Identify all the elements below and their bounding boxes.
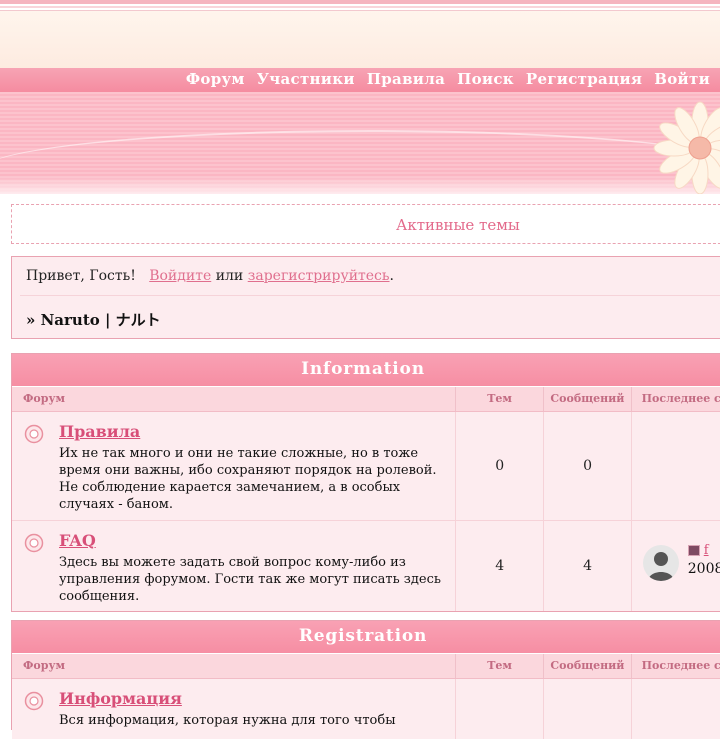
category-information: Information Форум Тем Сообщений Последне… [11,353,720,612]
active-topics-link[interactable]: Активные темы [396,216,520,234]
navbar: Форум Участники Правила Поиск Регистраци… [0,68,720,92]
top-strip [0,0,720,4]
category-title[interactable]: Registration [12,621,720,653]
forum-name-link[interactable]: FAQ [59,531,445,550]
topic-count: 4 [455,521,543,611]
nav-search[interactable]: Поиск [457,70,514,88]
header [0,10,720,70]
col-last-post: Последнее с [630,654,720,678]
last-post-date: 2008 [687,561,720,577]
forum-row: Правила Их не так много и они не такие с… [12,412,720,521]
forum-status-icon [24,424,44,444]
col-posts: Сообщений [543,654,630,678]
last-post-cell [630,412,720,520]
period-text: . [389,268,394,284]
col-topics: Тем [454,387,543,411]
login-link[interactable]: Войдите [149,268,211,284]
column-headers: Форум Тем Сообщений Последнее с [12,653,720,679]
nav-login[interactable]: Войти [654,70,710,88]
greeting-line: Привет, Гость! Войдите или зарегистрируй… [26,268,394,284]
banner [0,92,720,194]
post-icon[interactable] [687,545,700,556]
post-count: 4 [543,521,630,611]
flower-icon [653,101,720,194]
nav-members[interactable]: Участники [257,70,355,88]
category-title[interactable]: Information [12,354,720,386]
or-text: или [215,268,244,284]
forum-status-icon [24,691,44,711]
forum-description: Вся информация, которая нужна для того ч… [59,713,396,728]
forum-info: Правила Их не так много и они не такие с… [12,412,455,520]
last-post-cell: f 2008 [630,521,720,611]
forum-status-icon [24,533,44,553]
forum-row: Информация Вся информация, которая нужна… [12,679,720,739]
col-last-post: Последнее с [630,387,720,411]
col-forum: Форум [23,392,66,405]
topic-count [455,679,543,739]
top-line [0,6,720,8]
divider [20,295,720,296]
forum-row: FAQ Здесь вы можете задать свой вопрос к… [12,521,720,611]
forum-name-link[interactable]: Правила [59,422,445,441]
nav-rules[interactable]: Правила [367,70,445,88]
user-silhouette-icon [647,552,674,581]
avatar[interactable] [642,545,679,581]
post-count: 0 [543,412,630,520]
banner-fade [0,176,720,194]
topic-count: 0 [455,412,543,520]
last-post-cell [630,679,720,739]
forum-description: Здесь вы можете задать свой вопрос кому-… [59,555,441,604]
col-topics: Тем [454,654,543,678]
forum-description: Их не так много и они не такие сложные, … [59,446,437,512]
greeting-box: Привет, Гость! Войдите или зарегистрируй… [11,256,720,339]
last-post-link[interactable]: f [704,543,709,558]
category-registration: Registration Форум Тем Сообщений Последн… [11,620,720,739]
post-count [543,679,630,739]
active-topics-bar: Активные темы [11,204,720,244]
forum-info: FAQ Здесь вы можете задать свой вопрос к… [12,521,455,611]
nav-forum[interactable]: Форум [186,70,245,88]
forum-info: Информация Вся информация, которая нужна… [12,679,455,739]
nav-register[interactable]: Регистрация [526,70,642,88]
breadcrumb[interactable]: » Naruto | ナルト [26,309,161,330]
col-posts: Сообщений [543,387,630,411]
register-link[interactable]: зарегистрируйтесь [248,268,390,284]
col-forum: Форум [23,659,66,672]
greeting-text: Привет, Гость! [26,268,136,284]
column-headers: Форум Тем Сообщений Последнее с [12,386,720,412]
forum-name-link[interactable]: Информация [59,689,445,708]
